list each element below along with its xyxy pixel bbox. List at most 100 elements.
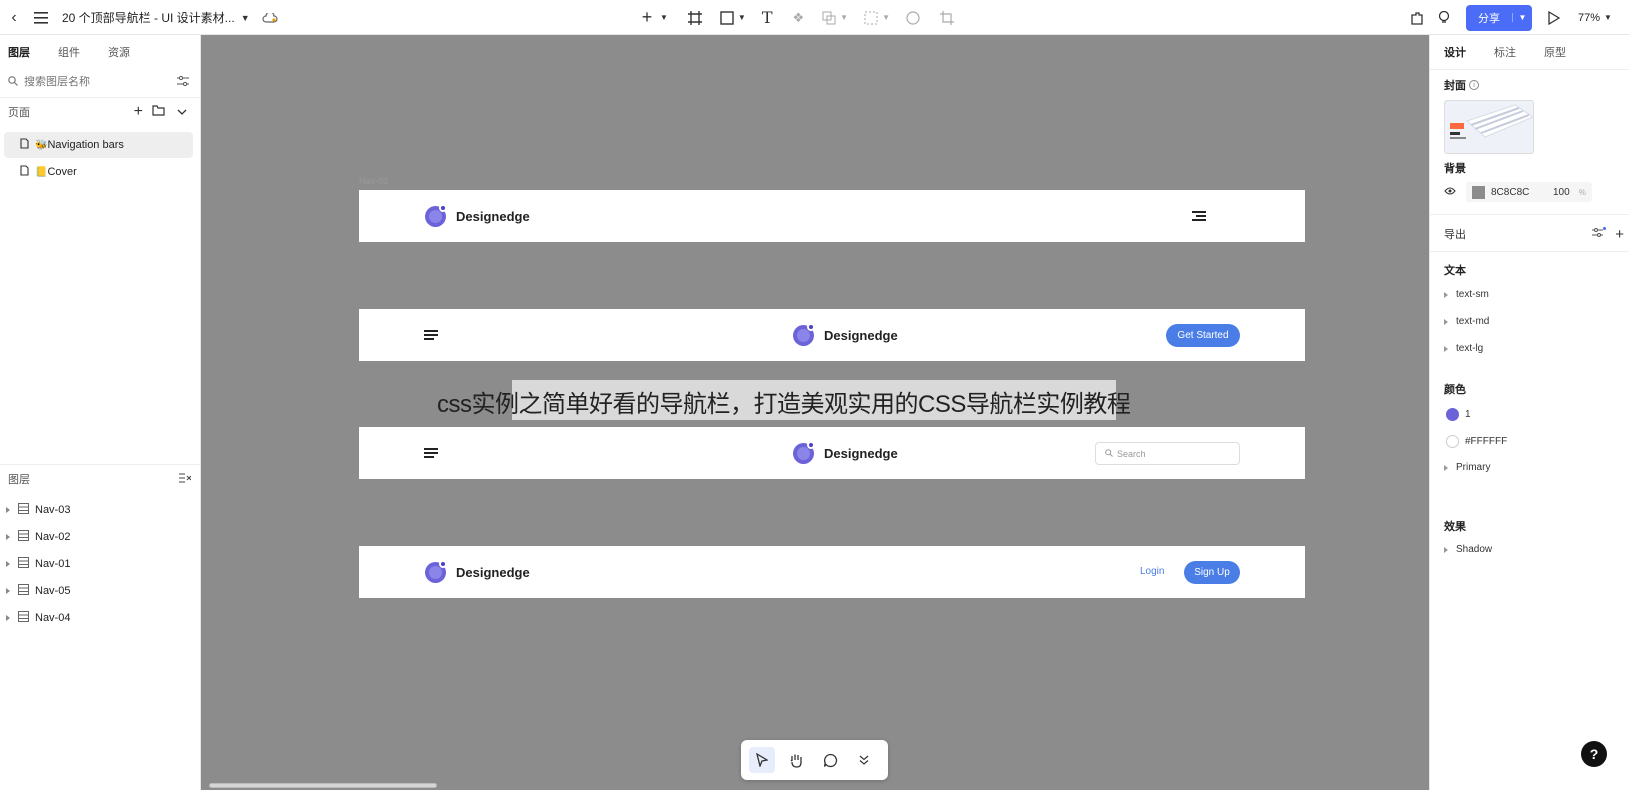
frame-layer-icon — [18, 611, 29, 625]
add-export-icon[interactable]: + — [1615, 226, 1624, 243]
bg-opacity[interactable]: 100 — [1553, 187, 1570, 198]
bg-hex[interactable]: 8C8C8C — [1491, 187, 1553, 198]
nav-frame[interactable]: Designedge Get Started — [359, 309, 1305, 361]
text-style-item[interactable]: text-sm — [1444, 289, 1489, 300]
background-color-field[interactable]: 8C8C8C 100 % — [1466, 182, 1592, 202]
zoom-level[interactable]: 77% — [1578, 12, 1600, 24]
tab-layers[interactable]: 图层 — [8, 44, 30, 60]
chevron-down-icon[interactable] — [177, 106, 187, 118]
brand-name: Designedge — [456, 208, 530, 224]
expand-icon[interactable] — [1444, 464, 1448, 471]
folder-icon[interactable] — [152, 105, 165, 119]
chevron-down-icon[interactable]: ▼ — [660, 13, 668, 22]
color-item[interactable]: 1 — [1444, 408, 1471, 421]
page-emoji: 🐝 — [35, 139, 48, 151]
chevron-down-icon[interactable]: ▼ — [738, 13, 746, 22]
comment-icon[interactable] — [817, 753, 843, 768]
vector-icon[interactable] — [864, 11, 878, 25]
chevron-down-icon[interactable]: ▼ — [241, 13, 250, 23]
chevron-down-icon[interactable]: ▼ — [840, 13, 848, 22]
filter-icon[interactable] — [177, 75, 189, 89]
tab-components[interactable]: 组件 — [58, 44, 80, 60]
text-style-item[interactable]: text-lg — [1444, 343, 1483, 354]
hamburger-icon[interactable] — [424, 330, 438, 340]
file-title[interactable]: 20 个顶部导航栏 - UI 设计素材... — [62, 9, 235, 26]
chevron-down-icon[interactable]: ▼ — [1604, 13, 1612, 22]
layer-row[interactable]: Nav-05 — [6, 584, 70, 598]
ellipse-icon[interactable] — [906, 10, 920, 25]
layer-row[interactable]: Nav-04 — [6, 611, 70, 625]
frame-layer-icon — [18, 530, 29, 544]
expand-icon[interactable] — [6, 561, 10, 567]
add-icon[interactable]: + — [638, 7, 656, 28]
component-icon[interactable]: ❖ — [793, 10, 805, 26]
chevron-down-icon[interactable]: ▼ — [1512, 13, 1532, 22]
effect-item[interactable]: Shadow — [1444, 544, 1492, 555]
text-label: 文本 — [1444, 265, 1466, 277]
cover-thumbnail[interactable] — [1444, 100, 1534, 154]
info-icon[interactable]: i — [1469, 80, 1479, 90]
collapse-all-icon[interactable] — [179, 473, 192, 486]
horizontal-scrollbar[interactable] — [209, 783, 437, 788]
crop-icon[interactable] — [940, 10, 955, 25]
nav-frame[interactable]: Designedge Login Sign Up — [359, 546, 1305, 598]
hamburger-icon[interactable] — [1192, 211, 1206, 221]
text-style-name: text-md — [1456, 316, 1490, 327]
expand-icon[interactable] — [1444, 345, 1448, 352]
text-style-item[interactable]: text-md — [1444, 316, 1489, 327]
boolean-icon[interactable] — [822, 11, 836, 25]
tab-annotate[interactable]: 标注 — [1494, 44, 1516, 60]
export-settings-icon[interactable] — [1592, 227, 1606, 241]
play-icon[interactable] — [1548, 10, 1560, 25]
plugin-icon[interactable] — [1410, 11, 1424, 25]
get-started-button[interactable]: Get Started — [1166, 324, 1240, 347]
frame-layer-icon — [18, 503, 29, 517]
layer-row[interactable]: Nav-01 — [6, 557, 70, 571]
tab-prototype[interactable]: 原型 — [1544, 44, 1566, 60]
layer-name: Nav-04 — [35, 612, 71, 624]
expand-icon[interactable] — [6, 534, 10, 540]
layer-search[interactable] — [8, 72, 193, 92]
expand-icon[interactable] — [1444, 291, 1448, 298]
help-button[interactable]: ? — [1581, 741, 1607, 767]
layer-row[interactable]: Nav-03 — [6, 503, 70, 517]
nav-frame[interactable]: Designedge Search — [359, 427, 1305, 479]
color-group[interactable]: Primary — [1444, 462, 1490, 473]
frame-label[interactable]: Nav-03 — [359, 176, 388, 186]
expand-icon[interactable] — [1444, 318, 1448, 325]
pointer-icon[interactable] — [749, 747, 775, 773]
search-input[interactable] — [24, 76, 164, 88]
eye-icon[interactable] — [1444, 187, 1456, 198]
color-swatch[interactable] — [1472, 185, 1485, 199]
login-link[interactable]: Login — [1140, 566, 1164, 577]
back-icon[interactable]: ‹ — [6, 9, 22, 27]
chevron-double-down-icon[interactable] — [851, 755, 877, 765]
brand-name: Designedge — [824, 327, 898, 343]
background-label: 背景 — [1444, 163, 1466, 175]
expand-icon[interactable] — [6, 615, 10, 621]
sign-up-button[interactable]: Sign Up — [1184, 561, 1240, 584]
hamburger-icon[interactable] — [424, 448, 438, 458]
frame-icon[interactable] — [687, 10, 702, 25]
page-item[interactable]: 📒 Cover — [4, 159, 193, 185]
nav-frame[interactable]: Designedge — [359, 190, 1305, 242]
lightbulb-icon[interactable] — [1438, 10, 1450, 25]
text-tool-icon[interactable]: T — [762, 8, 773, 27]
layer-row[interactable]: Nav-02 — [6, 530, 70, 544]
expand-icon[interactable] — [1444, 546, 1448, 553]
hand-icon[interactable] — [783, 753, 809, 768]
page-item[interactable]: 🐝 Navigation bars — [4, 132, 193, 158]
tab-assets[interactable]: 资源 — [108, 44, 130, 60]
share-button[interactable]: 分享 ▼ — [1466, 4, 1532, 31]
expand-icon[interactable] — [6, 588, 10, 594]
search-box[interactable]: Search — [1095, 442, 1240, 465]
menu-icon[interactable] — [30, 11, 52, 24]
chevron-down-icon[interactable]: ▼ — [882, 13, 890, 22]
tab-design[interactable]: 设计 — [1444, 44, 1466, 60]
rectangle-icon[interactable] — [720, 10, 734, 25]
add-page-icon[interactable]: + — [134, 103, 143, 121]
expand-icon[interactable] — [6, 507, 10, 513]
color-group-name: Primary — [1456, 462, 1491, 473]
color-item[interactable]: #FFFFFF — [1444, 435, 1507, 448]
cloud-icon — [262, 12, 278, 23]
